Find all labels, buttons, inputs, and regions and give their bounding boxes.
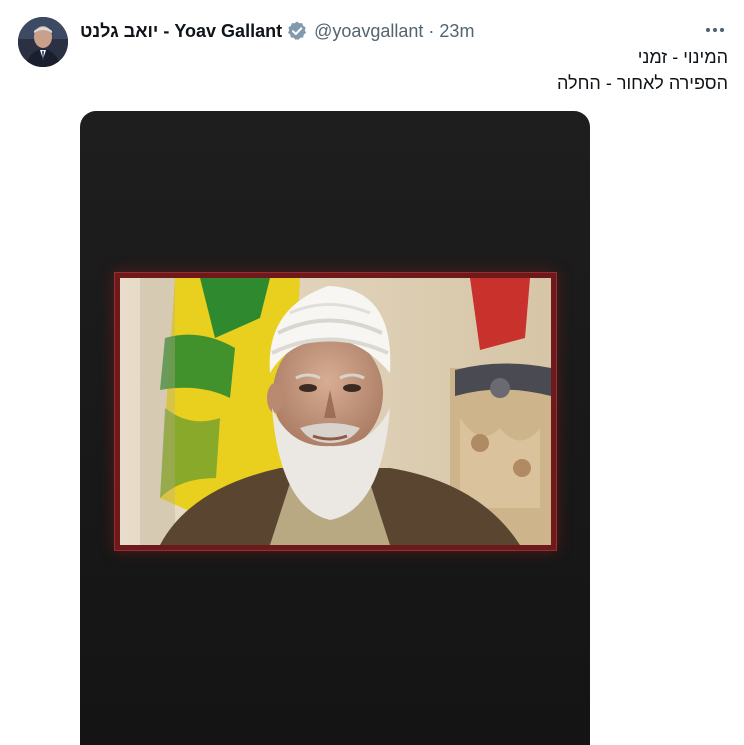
media-image[interactable]: [80, 111, 590, 745]
tweet-card: יואב גלנט - Yoav Gallant @yoavgallant · …: [0, 0, 744, 745]
tweet-text: המינוי - זמני הספירה לאחור - החלה: [88, 44, 728, 96]
tweet-text-line: הספירה לאחור - החלה: [557, 73, 728, 93]
separator-dot: ·: [428, 20, 435, 41]
more-options-button[interactable]: [702, 20, 728, 40]
photo-frame: [114, 272, 557, 551]
avatar[interactable]: [18, 17, 68, 67]
user-handle[interactable]: @yoavgallant: [314, 21, 423, 42]
avatar-image: [18, 17, 68, 67]
display-name[interactable]: יואב גלנט - Yoav Gallant: [80, 21, 282, 42]
tweet-header: יואב גלנט - Yoav Gallant @yoavgallant · …: [80, 17, 474, 45]
photo-illustration: [120, 278, 551, 545]
tweet-text-line: המינוי - זמני: [637, 47, 728, 67]
photo: [120, 278, 551, 545]
timestamp[interactable]: 23m: [439, 21, 474, 42]
verified-badge-icon: [286, 20, 308, 42]
more-horizontal-icon: [705, 27, 725, 33]
